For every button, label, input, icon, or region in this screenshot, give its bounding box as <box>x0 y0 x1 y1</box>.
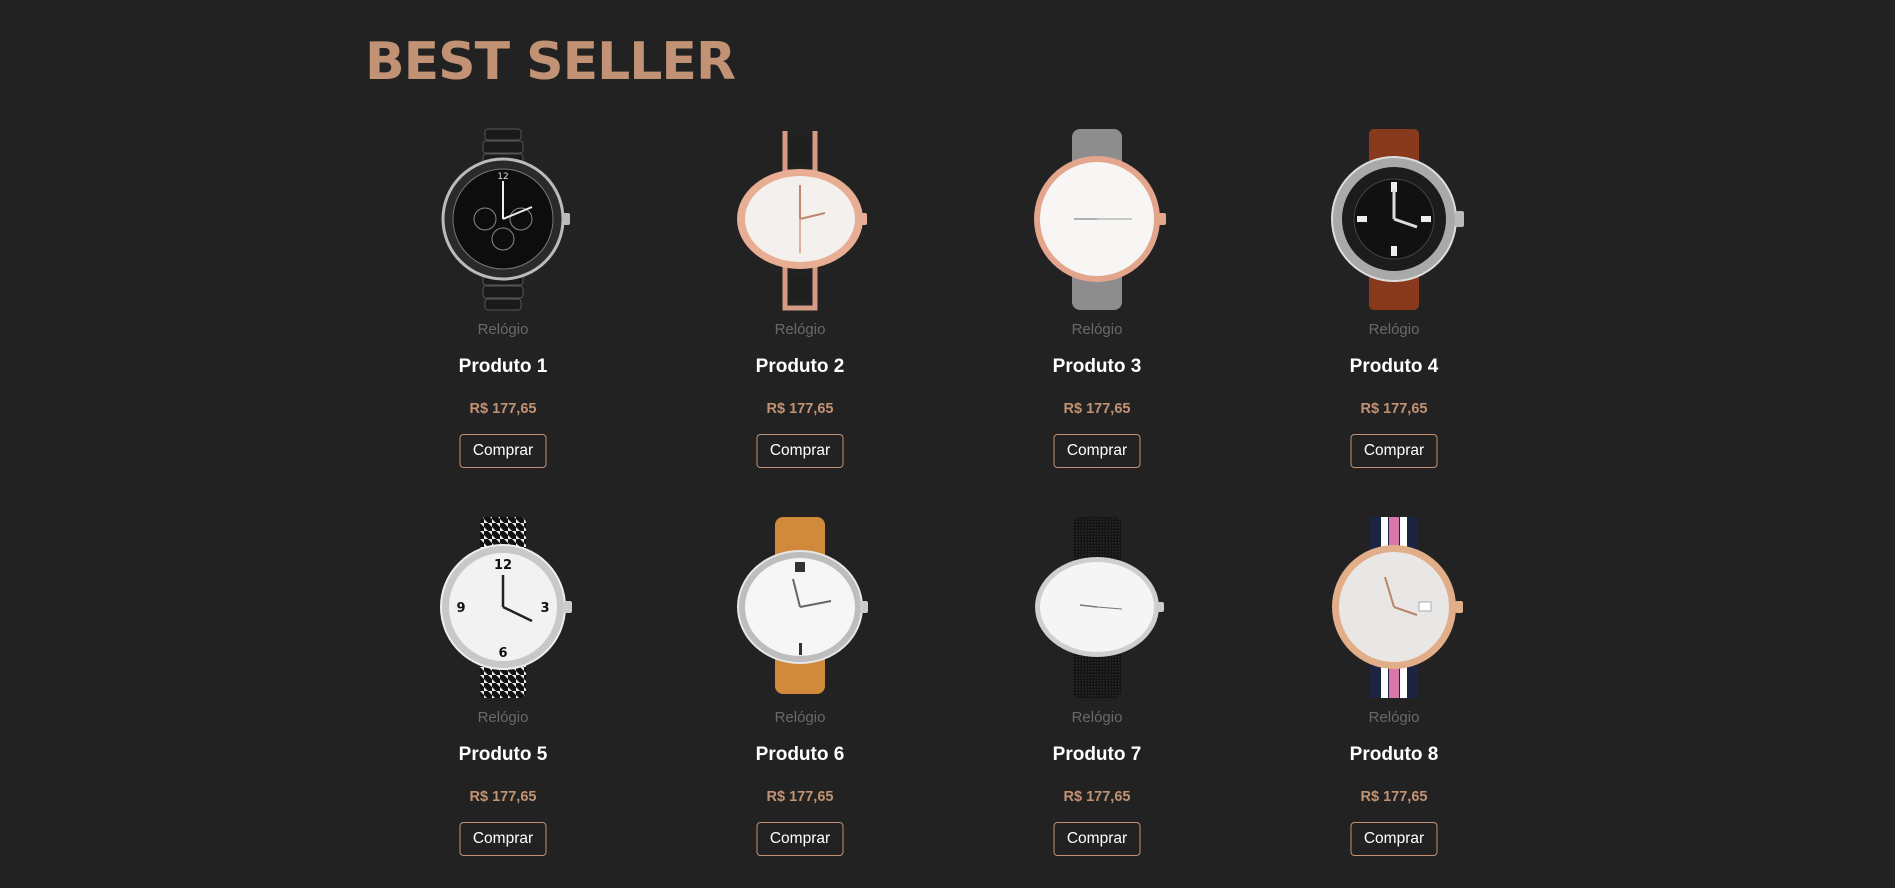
svg-text:9: 9 <box>456 601 465 616</box>
buy-button[interactable]: Comprar <box>1053 822 1141 856</box>
section-title: BEST SELLER <box>365 32 736 92</box>
product-price: R$ 177,65 <box>1360 401 1428 417</box>
product-card: Relógio Produto 7 R$ 177,65 Comprar <box>982 515 1212 885</box>
buy-button[interactable]: Comprar <box>459 434 547 468</box>
svg-text:12: 12 <box>494 558 512 573</box>
product-image-brown-leather-diver-watch[interactable] <box>1319 127 1469 312</box>
product-name[interactable]: Produto 1 <box>388 355 618 379</box>
product-card: Relógio Produto 4 R$ 177,65 Comprar <box>1279 127 1509 497</box>
svg-text:3: 3 <box>540 601 549 616</box>
product-category: Relógio <box>1368 709 1420 726</box>
product-image-houndstooth-strap-silver-watch[interactable]: 12 3 6 9 <box>428 515 578 700</box>
product-image-black-mesh-silver-watch[interactable] <box>1022 515 1172 700</box>
product-name[interactable]: Produto 7 <box>982 743 1212 767</box>
product-category: Relógio <box>1071 709 1123 726</box>
buy-button[interactable]: Comprar <box>756 434 844 468</box>
product-price: R$ 177,65 <box>1360 789 1428 805</box>
buy-button[interactable]: Comprar <box>1350 434 1438 468</box>
product-price: R$ 177,65 <box>766 401 834 417</box>
product-image-rose-gold-bracelet-watch[interactable] <box>725 127 875 312</box>
buy-button[interactable]: Comprar <box>756 822 844 856</box>
product-image-striped-nato-gold-watch[interactable] <box>1319 515 1469 700</box>
product-name[interactable]: Produto 3 <box>982 355 1212 379</box>
product-name[interactable]: Produto 4 <box>1279 355 1509 379</box>
product-card: Relógio Produto 3 R$ 177,65 Comprar <box>982 127 1212 497</box>
product-name[interactable]: Produto 6 <box>685 743 915 767</box>
svg-text:12: 12 <box>497 172 508 182</box>
product-card: 12 Relógio Produto 1 R$ 177,65 Comprar <box>388 127 618 497</box>
product-price: R$ 177,65 <box>1063 789 1131 805</box>
product-card: Relógio Produto 8 R$ 177,65 Comprar <box>1279 515 1509 885</box>
product-category: Relógio <box>774 709 826 726</box>
product-category: Relógio <box>1071 321 1123 338</box>
buy-button[interactable]: Comprar <box>459 822 547 856</box>
product-image-gray-leather-rose-gold-watch[interactable] <box>1022 127 1172 312</box>
best-seller-section: BEST SELLER 12 Relógio Produto 1 R$ 177,… <box>0 0 1895 888</box>
product-price: R$ 177,65 <box>469 789 537 805</box>
buy-button[interactable]: Comprar <box>1053 434 1141 468</box>
product-price: R$ 177,65 <box>1063 401 1131 417</box>
svg-text:6: 6 <box>498 646 507 661</box>
product-category: Relógio <box>477 709 529 726</box>
product-image-tan-leather-silver-watch[interactable] <box>725 515 875 700</box>
buy-button[interactable]: Comprar <box>1350 822 1438 856</box>
product-category: Relógio <box>477 321 529 338</box>
product-card: Relógio Produto 6 R$ 177,65 Comprar <box>685 515 915 885</box>
product-card: Relógio Produto 2 R$ 177,65 Comprar <box>685 127 915 497</box>
product-card: 12 3 6 9 Relógio Produto 5 R$ 177,65 Com… <box>388 515 618 885</box>
product-category: Relógio <box>774 321 826 338</box>
product-price: R$ 177,65 <box>469 401 537 417</box>
product-image-black-ceramic-chronograph-watch[interactable]: 12 <box>428 127 578 312</box>
product-category: Relógio <box>1368 321 1420 338</box>
product-name[interactable]: Produto 5 <box>388 743 618 767</box>
product-name[interactable]: Produto 2 <box>685 355 915 379</box>
product-name[interactable]: Produto 8 <box>1279 743 1509 767</box>
product-price: R$ 177,65 <box>766 789 834 805</box>
